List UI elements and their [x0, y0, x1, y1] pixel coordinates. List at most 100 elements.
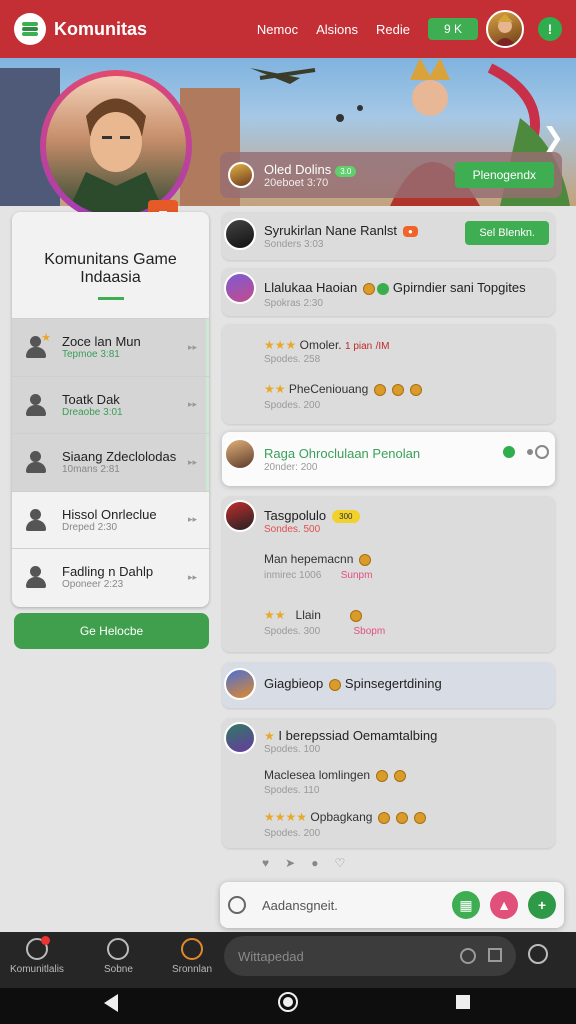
nav-item-sronnlan[interactable]: Sronnlan: [172, 938, 212, 975]
community-panel: Komunitans Game Indaasia ★ Zoce lan Mun T…: [12, 212, 209, 607]
feed-post[interactable]: ★ I berepssiad Oemamtalbing Spodes. 100 …: [222, 718, 555, 848]
nav-item-community[interactable]: Komunitlalis: [10, 936, 64, 975]
comment-icon[interactable]: ●: [311, 856, 318, 874]
coin-icon: [392, 383, 405, 396]
post-title: Llalukaa Haoian Gpirndier sani Topgites: [264, 280, 526, 295]
member-item[interactable]: Hissol Onrleclue Dreped 2:30 ▸▸: [12, 490, 209, 549]
star-icon: ★★★: [264, 338, 297, 352]
coin-icon: [396, 811, 409, 824]
feed-post-highlight[interactable]: Raga Ohroclulaan Penolan 20nder: 200: [222, 432, 555, 486]
post-line: ★★ Llain: [264, 608, 363, 622]
coin-icon: [359, 553, 372, 566]
back-icon[interactable]: [104, 994, 118, 1012]
member-sub: 10mans 2:81: [62, 464, 120, 476]
bottom-search-input[interactable]: Wittapedad: [224, 936, 516, 976]
chevron-icon: ▸▸: [187, 456, 197, 467]
member-item[interactable]: ★ Zoce lan Mun Tepmoe 3:81 ▸▸: [12, 318, 209, 376]
nav-link-redie[interactable]: Redie: [376, 22, 410, 37]
gallery-icon[interactable]: [488, 948, 502, 962]
post-avatar: [224, 272, 256, 304]
user-avatar[interactable]: [486, 10, 524, 48]
feed-post[interactable]: Giagbieop Spinsegertdining: [222, 662, 555, 708]
reaction-bar: ♥ ➤ ● ♡: [262, 856, 362, 874]
app-logo-icon[interactable]: [14, 13, 46, 45]
sticker-icon[interactable]: ▲: [490, 891, 518, 919]
star-icon: ★★: [264, 382, 286, 396]
coin-icon: [414, 811, 427, 824]
clock-icon: [107, 938, 130, 960]
event-pill: 3.0: [335, 165, 357, 177]
profile-icon[interactable]: [528, 944, 548, 964]
coin-icon: [350, 609, 363, 622]
post-sub: Sondes. 500: [264, 524, 321, 535]
composer: Aadansgneit. ▦ ▲ +: [220, 882, 564, 928]
member-item[interactable]: Fadling n Dahlp Oponeer 2:23 ▸▸: [12, 548, 209, 606]
user-icon: [24, 508, 48, 532]
post-title: Syrukirlan Nane Ranlst ●: [264, 223, 418, 238]
settings-icon[interactable]: [535, 445, 549, 459]
online-icon: [503, 446, 515, 458]
share-icon[interactable]: ➤: [285, 856, 295, 874]
coin-icon: [376, 769, 389, 782]
post-sub: Sonders 3:03: [264, 239, 324, 250]
recents-icon[interactable]: [456, 995, 470, 1009]
add-icon[interactable]: +: [528, 891, 556, 919]
nav-item-sobne[interactable]: Sobne: [104, 938, 133, 975]
title-underline: [97, 296, 124, 300]
member-name: Fadling n Dahlp: [62, 564, 154, 580]
feed-post[interactable]: ★★★ Omoler. 1 pian /IM Spodes. 258 ★★ Ph…: [222, 324, 555, 424]
heart-icon[interactable]: ♡: [334, 856, 345, 874]
notification-badge[interactable]: 9 K: [427, 18, 478, 40]
post-avatar: [224, 668, 256, 700]
nav-link-alsions[interactable]: Alsions: [316, 22, 358, 37]
post-sub: 20nder: 200: [264, 462, 318, 473]
community-icon: [25, 936, 50, 960]
user-icon: [24, 393, 48, 417]
chevron-icon: ▸▸: [187, 341, 197, 352]
like-icon[interactable]: ♥: [262, 856, 269, 874]
feed-post[interactable]: Syrukirlan Nane Ranlst ● Sonders 3:03 Sel…: [222, 212, 555, 260]
event-join-button[interactable]: Plenogendx: [454, 162, 554, 188]
coin-icon: [374, 383, 387, 396]
status-icon[interactable]: !: [538, 17, 562, 41]
user-icon: ★: [24, 332, 51, 359]
post-sub: inmirec 1006 Sunpm: [264, 570, 373, 581]
nav-link-nemoc[interactable]: Nemoc: [257, 22, 298, 37]
community-action-button[interactable]: Ge Helocbe: [14, 613, 209, 649]
coin-icon: [378, 811, 391, 824]
event-subtitle: 20eboet 3:70: [264, 176, 329, 189]
post-line: ★★★ Omoler. 1 pian /IM: [264, 338, 390, 352]
member-sub: Tepmoe 3:81: [62, 349, 120, 361]
post-sub: Spodes. 110: [264, 785, 320, 796]
top-nav: Nemoc Alsions Redie: [257, 22, 410, 37]
member-item[interactable]: Siaang Zdeclolodas 10mans 2:81 ▸▸: [12, 433, 209, 491]
system-nav: [0, 988, 576, 1024]
clock-icon[interactable]: [228, 896, 246, 914]
camera-icon[interactable]: [460, 948, 476, 964]
post-title: Tasgpolulo 300: [264, 508, 360, 524]
member-name: Toatk Dak: [62, 391, 120, 407]
feed-post[interactable]: Tasgpolulo 300 Sondes. 500 Man hepemacnn …: [222, 496, 555, 652]
bottom-nav: Komunitlalis Sobne Sronnlan Wittapedad: [0, 932, 576, 988]
image-icon[interactable]: ▦: [452, 891, 480, 919]
member-name: Siaang Zdeclolodas: [62, 449, 177, 465]
star-icon: ★: [264, 729, 275, 743]
post-avatar: [224, 500, 256, 532]
banner-next-icon[interactable]: ❯: [542, 122, 564, 153]
member-name: Zoce lan Mun: [62, 334, 141, 350]
event-card[interactable]: Oled Dolins 3.0 20eboet 3:70 Plenogendx: [220, 152, 562, 198]
feed-post[interactable]: Llalukaa Haoian Gpirndier sani Topgites …: [222, 268, 555, 316]
chevron-icon: ▸▸: [187, 399, 197, 410]
chevron-icon: ▸▸: [187, 571, 197, 582]
member-item[interactable]: Toatk Dak Dreaobe 3:01 ▸▸: [12, 375, 209, 433]
post-sub: Spokras 2:30: [264, 298, 323, 309]
coin-icon: [410, 383, 423, 396]
more-icon[interactable]: [527, 449, 533, 455]
post-avatar: [224, 218, 256, 250]
post-line: Maclesea lomlingen: [264, 768, 407, 782]
post-action-button[interactable]: Sel Blenkn.: [465, 221, 549, 245]
home-icon[interactable]: [278, 992, 298, 1012]
composer-input[interactable]: Aadansgneit.: [262, 898, 442, 913]
event-avatar: [228, 162, 254, 188]
post-line: ★★★★ Opbagkang: [264, 810, 427, 824]
